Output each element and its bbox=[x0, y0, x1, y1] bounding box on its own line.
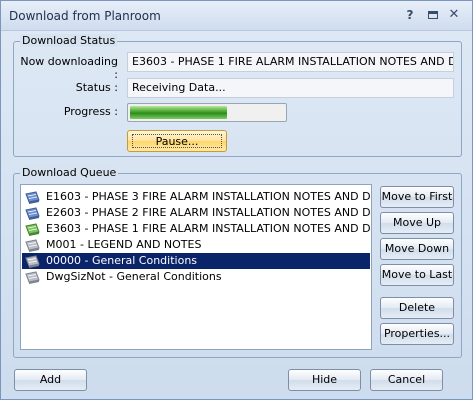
move-to-first-button[interactable]: Move to First bbox=[380, 186, 454, 208]
queue-item-label: M001 - LEGEND AND NOTES bbox=[46, 238, 202, 251]
status-field: Receiving Data... bbox=[127, 78, 454, 98]
queue-item-label: 00000 - General Conditions bbox=[46, 254, 198, 267]
move-up-button[interactable]: Move Up bbox=[380, 212, 454, 234]
download-status-group: Download Status Now downloading : E3603 … bbox=[13, 34, 462, 157]
download-queue-group: Download Queue E1603 - PHASE 3 FIRE ALAR… bbox=[13, 166, 462, 358]
queue-item[interactable]: E3603 - PHASE 1 FIRE ALARM INSTALLATION … bbox=[22, 221, 372, 237]
title-bar: Download from Planroom ? ✕ bbox=[1, 1, 472, 31]
progress-bar bbox=[127, 103, 287, 122]
progress-label: Progress : bbox=[63, 105, 118, 118]
download-status-legend: Download Status bbox=[20, 34, 118, 47]
cancel-button[interactable]: Cancel bbox=[370, 369, 443, 391]
hide-button[interactable]: Hide bbox=[288, 369, 361, 391]
move-to-last-button[interactable]: Move to Last bbox=[380, 264, 454, 286]
drawing-sheet-icon bbox=[25, 239, 40, 252]
queue-item[interactable]: E2603 - PHASE 2 FIRE ALARM INSTALLATION … bbox=[22, 205, 372, 221]
drawing-sheet-icon bbox=[25, 191, 40, 204]
window-title: Download from Planroom bbox=[9, 9, 161, 23]
pause-button[interactable]: Pause... bbox=[127, 130, 227, 152]
drawing-sheet-icon bbox=[25, 207, 40, 220]
help-button[interactable]: ? bbox=[402, 7, 418, 23]
drawing-sheet-icon bbox=[25, 271, 40, 284]
drawing-sheet-icon bbox=[25, 223, 40, 236]
queue-item-label: E3603 - PHASE 1 FIRE ALARM INSTALLATION … bbox=[46, 222, 372, 235]
queue-item[interactable]: DwgSizNot - General Conditions bbox=[22, 269, 370, 285]
queue-item-label: E1603 - PHASE 3 FIRE ALARM INSTALLATION … bbox=[46, 190, 372, 203]
download-queue-legend: Download Queue bbox=[20, 166, 119, 179]
now-downloading-field: E3603 - PHASE 1 FIRE ALARM INSTALLATION … bbox=[127, 52, 454, 72]
progress-fill bbox=[130, 106, 228, 119]
queue-item-label: E2603 - PHASE 2 FIRE ALARM INSTALLATION … bbox=[46, 206, 372, 219]
properties-button[interactable]: Properties... bbox=[380, 323, 454, 345]
maximize-button[interactable] bbox=[425, 7, 441, 23]
status-label: Status : bbox=[75, 81, 118, 94]
close-button[interactable]: ✕ bbox=[446, 7, 462, 23]
download-queue-list[interactable]: E1603 - PHASE 3 FIRE ALARM INSTALLATION … bbox=[20, 184, 372, 350]
download-dialog: Download from Planroom ? ✕ Download Stat… bbox=[0, 0, 473, 400]
move-down-button[interactable]: Move Down bbox=[380, 238, 454, 260]
add-button[interactable]: Add bbox=[14, 369, 87, 391]
drawing-sheet-icon bbox=[25, 255, 40, 268]
now-downloading-label: Now downloading : bbox=[20, 55, 118, 81]
queue-item[interactable]: 00000 - General Conditions bbox=[22, 253, 370, 269]
pause-button-label: Pause... bbox=[132, 134, 222, 148]
queue-item-label: DwgSizNot - General Conditions bbox=[46, 270, 222, 283]
queue-item[interactable]: E1603 - PHASE 3 FIRE ALARM INSTALLATION … bbox=[22, 189, 372, 205]
queue-item[interactable]: M001 - LEGEND AND NOTES bbox=[22, 237, 370, 253]
delete-button[interactable]: Delete bbox=[380, 297, 454, 319]
maximize-icon bbox=[428, 11, 438, 19]
